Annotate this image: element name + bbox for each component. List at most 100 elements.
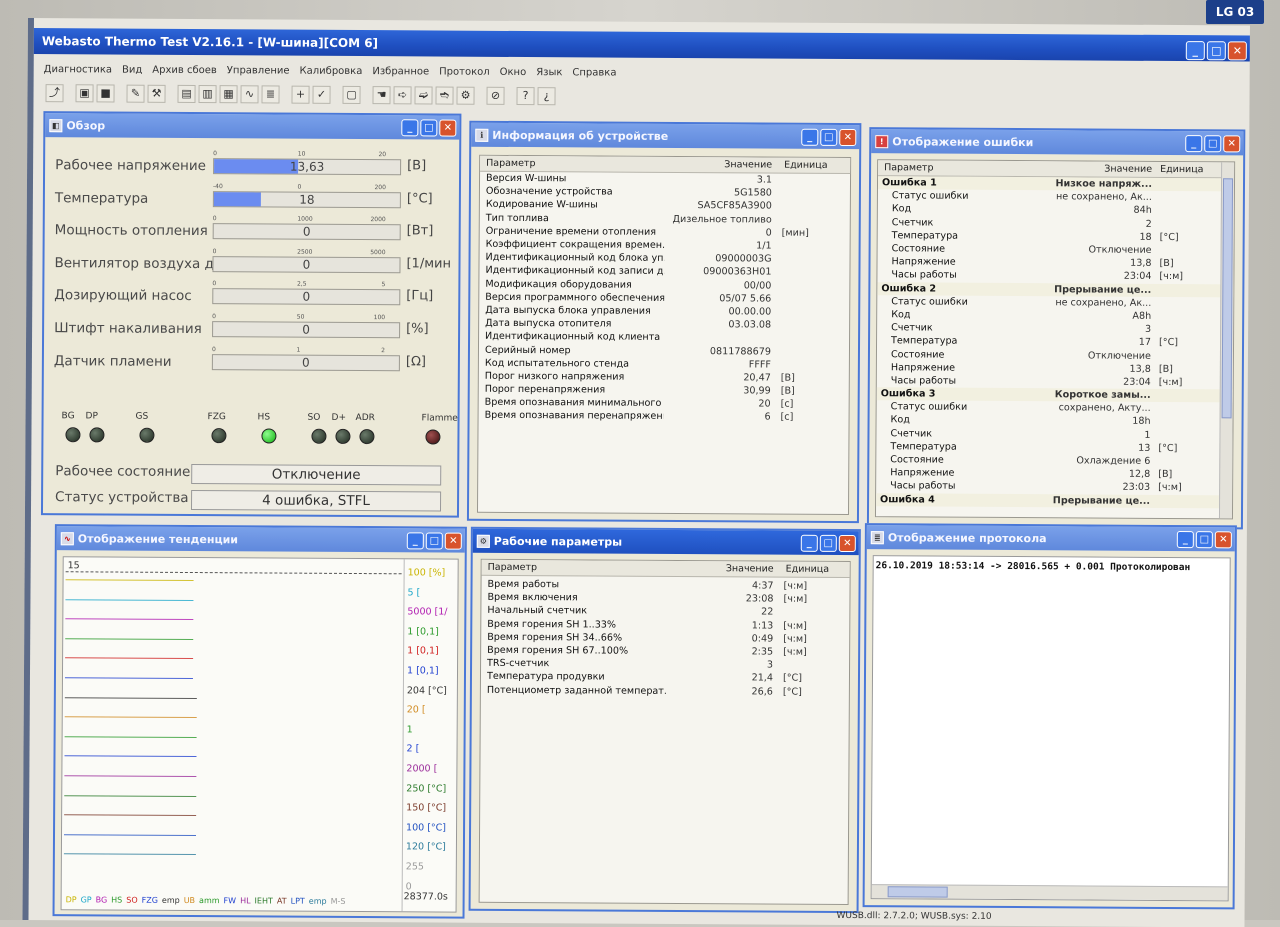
error-value: A8h bbox=[1047, 310, 1151, 322]
trend-legend-item[interactable]: BG bbox=[96, 895, 108, 904]
trend-legend-item[interactable]: M-S bbox=[331, 897, 346, 906]
work-params-minimize-button[interactable]: _ bbox=[801, 534, 818, 551]
gauge-value: 0 bbox=[213, 355, 399, 370]
trend-legend-item[interactable]: AT bbox=[277, 897, 287, 906]
errors-scroll-thumb[interactable] bbox=[1222, 178, 1233, 418]
trend-legend-item[interactable]: FW bbox=[224, 896, 237, 905]
scale-tick-label: 50 bbox=[297, 314, 305, 321]
arrow2-icon[interactable]: ➫ bbox=[414, 86, 432, 104]
error-param: Код bbox=[877, 309, 1047, 321]
trend-legend-item[interactable]: LPT bbox=[291, 897, 305, 906]
scale-tick-label: 0 bbox=[213, 150, 217, 157]
chip-icon[interactable]: ▣ bbox=[75, 84, 93, 102]
trend-legend-item[interactable]: GP bbox=[81, 895, 92, 904]
errors-minimize-button[interactable]: _ bbox=[1185, 135, 1202, 152]
trend-legend-item[interactable]: DP bbox=[66, 895, 77, 904]
trend-legend-item[interactable]: emp bbox=[162, 896, 180, 905]
table-row[interactable]: Потенциометр заданной температ...26,6[°C… bbox=[481, 683, 849, 698]
gauge-label: Рабочее напряжение bbox=[55, 157, 206, 174]
protocol-hscrollbar[interactable] bbox=[872, 884, 1228, 900]
protocol-close-button[interactable]: ✕ bbox=[1215, 531, 1232, 548]
wp-col-value[interactable]: Значение bbox=[667, 563, 774, 575]
help-icon[interactable]: ? bbox=[516, 87, 534, 105]
device-info-maximize-button[interactable]: □ bbox=[820, 128, 837, 145]
work-params-maximize-button[interactable]: □ bbox=[820, 534, 837, 551]
err-col-value[interactable]: Значение bbox=[1048, 163, 1152, 175]
add-icon[interactable]: + bbox=[291, 86, 309, 104]
trend-legend-item[interactable]: emp bbox=[309, 897, 327, 906]
gauge-bar: 0 bbox=[213, 223, 401, 240]
minimize-button[interactable]: _ bbox=[1186, 41, 1205, 60]
menu-item[interactable]: Вид bbox=[122, 64, 142, 75]
error-group-row[interactable]: Ошибка 4Прерывание це... bbox=[876, 493, 1232, 508]
stop-icon[interactable]: ■ bbox=[96, 84, 114, 102]
wrench-icon[interactable]: ⚙ bbox=[456, 87, 474, 105]
trend-legend-item[interactable]: IEHT bbox=[255, 896, 273, 905]
menu-item[interactable]: Протокол bbox=[439, 66, 490, 77]
overview-minimize-button[interactable]: _ bbox=[401, 119, 418, 136]
row-value: 0:49 bbox=[666, 633, 773, 645]
overview-maximize-button[interactable]: □ bbox=[420, 119, 437, 136]
trend-legend-item[interactable]: amm bbox=[199, 896, 220, 905]
menu-item[interactable]: Управление bbox=[227, 65, 290, 76]
list-icon[interactable]: ≣ bbox=[261, 85, 279, 103]
row-param: Идентификационный код блока уп... bbox=[480, 252, 665, 264]
chart-icon[interactable]: ∿ bbox=[240, 85, 258, 103]
tools-icon[interactable]: ⚒ bbox=[147, 85, 165, 103]
menu-item[interactable]: Язык bbox=[536, 67, 562, 78]
trend-close-button[interactable]: ✕ bbox=[445, 532, 462, 549]
err-col-param[interactable]: Параметр bbox=[878, 162, 1048, 174]
protocol-log[interactable]: 26.10.2019 18:53:14 -> 28016.565 + 0.001… bbox=[871, 555, 1231, 901]
trend-legend-item[interactable]: SO bbox=[126, 896, 137, 905]
trend-minimize-button[interactable]: _ bbox=[407, 532, 424, 549]
open-icon[interactable]: ⤴ bbox=[45, 84, 63, 102]
menu-item[interactable]: Окно bbox=[500, 66, 527, 77]
maximize-button[interactable]: □ bbox=[1207, 41, 1226, 60]
scale-tick-label: 2 bbox=[381, 347, 385, 354]
protocol-maximize-button[interactable]: □ bbox=[1196, 531, 1213, 548]
errors-scrollbar[interactable] bbox=[1219, 162, 1234, 518]
panel-icon[interactable]: ▢ bbox=[342, 86, 360, 104]
arrow3-icon[interactable]: ➬ bbox=[435, 86, 453, 104]
menu-item[interactable]: Справка bbox=[572, 67, 616, 78]
device-info-close-button[interactable]: ✕ bbox=[839, 128, 856, 145]
col-unit[interactable]: Единица bbox=[772, 160, 832, 171]
trend-legend-item[interactable]: HL bbox=[240, 896, 251, 905]
trend-maximize-button[interactable]: □ bbox=[426, 532, 443, 549]
no-icon[interactable]: ⊘ bbox=[486, 87, 504, 105]
work-params-close-button[interactable]: ✕ bbox=[839, 534, 856, 551]
hand-icon[interactable]: ☚ bbox=[372, 86, 390, 104]
gauge-unit: [°C] bbox=[407, 191, 433, 206]
wp-col-unit[interactable]: Единица bbox=[774, 564, 834, 575]
arrow-icon[interactable]: ➪ bbox=[393, 86, 411, 104]
device-info-minimize-button[interactable]: _ bbox=[801, 128, 818, 145]
table-row[interactable]: Время опознавания перенапряжения6[с] bbox=[479, 409, 849, 424]
brush-icon[interactable]: ✎ bbox=[126, 85, 144, 103]
trend-legend-item[interactable]: FZG bbox=[142, 896, 158, 905]
view1-icon[interactable]: ▤ bbox=[177, 85, 195, 103]
trend-legend-item[interactable]: HS bbox=[111, 896, 122, 905]
err-col-unit[interactable]: Единица bbox=[1152, 164, 1212, 175]
gauge-value: 18 bbox=[214, 192, 400, 207]
view2-icon[interactable]: ▥ bbox=[198, 85, 216, 103]
wp-col-param[interactable]: Параметр bbox=[482, 562, 667, 574]
overview-close-button[interactable]: ✕ bbox=[439, 119, 456, 136]
protocol-minimize-button[interactable]: _ bbox=[1177, 531, 1194, 548]
protocol-scroll-thumb[interactable] bbox=[888, 886, 948, 897]
close-button[interactable]: ✕ bbox=[1228, 41, 1247, 60]
menu-item[interactable]: Архив сбоев bbox=[152, 64, 217, 75]
gauge-unit: [1/мин bbox=[406, 256, 451, 271]
errors-maximize-button[interactable]: □ bbox=[1204, 135, 1221, 152]
errors-close-button[interactable]: ✕ bbox=[1223, 135, 1240, 152]
view3-icon[interactable]: ▦ bbox=[219, 85, 237, 103]
check-icon[interactable]: ✓ bbox=[312, 86, 330, 104]
col-param[interactable]: Параметр bbox=[480, 158, 665, 170]
menu-item[interactable]: Избранное bbox=[372, 66, 429, 77]
device-status-value: 4 ошибка, STFL bbox=[191, 490, 441, 512]
trend-legend-item[interactable]: UB bbox=[184, 896, 195, 905]
help2-icon[interactable]: ¿ bbox=[537, 87, 555, 105]
col-value[interactable]: Значение bbox=[665, 159, 772, 171]
device-info-rows: Версия W-шины3.1Обозначение устройства5G… bbox=[479, 172, 851, 425]
menu-item[interactable]: Калибровка bbox=[300, 65, 363, 76]
menu-item[interactable]: Диагностика bbox=[44, 64, 112, 75]
